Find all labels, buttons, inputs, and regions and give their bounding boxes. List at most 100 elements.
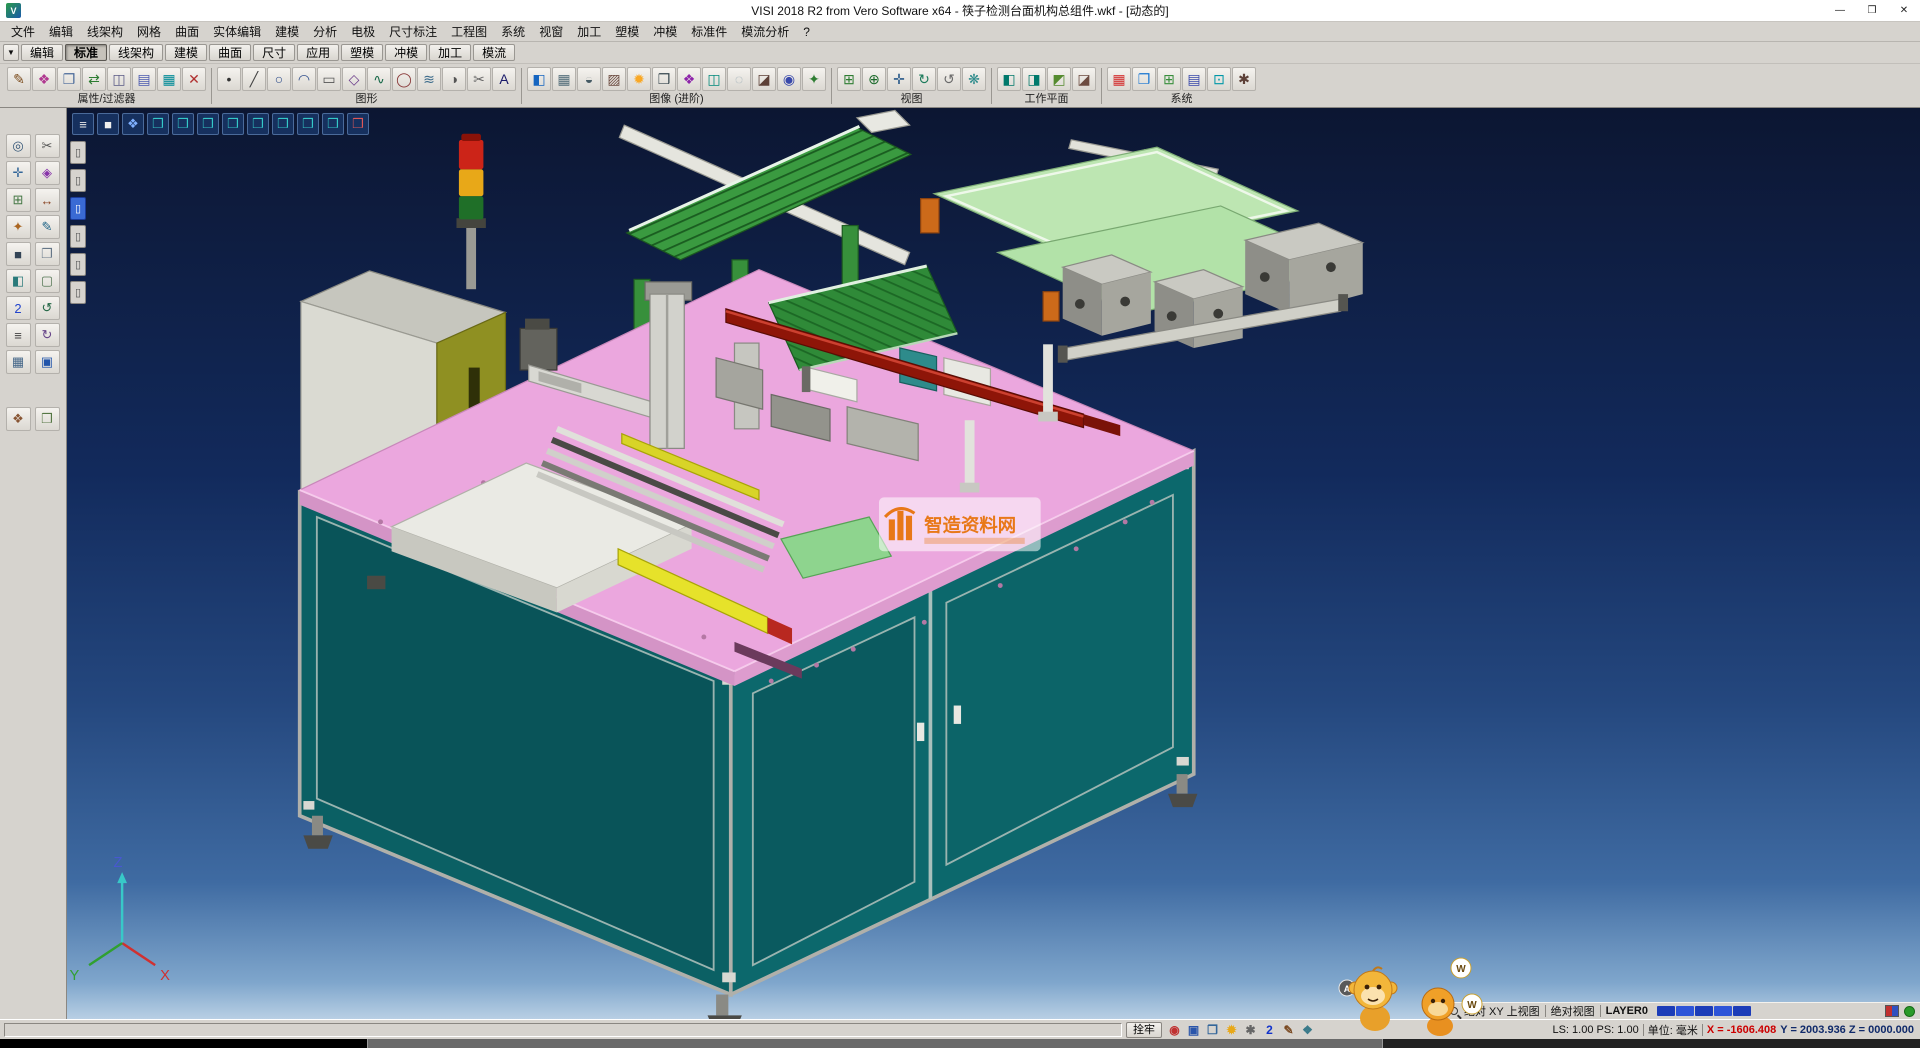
snap-icon[interactable]: ◈ [35,161,60,185]
tab[interactable]: 冲模 [385,44,427,61]
tab[interactable]: 加工 [429,44,471,61]
render-hidden-icon[interactable]: ◒ [577,67,601,91]
menu-item[interactable]: 系统 [494,21,532,42]
clipboard-icon[interactable]: ❒ [35,407,60,431]
menu-item[interactable]: 编辑 [42,21,80,42]
menu-item[interactable]: 建模 [268,21,306,42]
list-icon[interactable]: ≡ [6,323,31,347]
workplane-standard-icon[interactable]: ◧ [997,67,1021,91]
render-light-icon[interactable]: ✹ [627,67,651,91]
tab[interactable]: 塑模 [341,44,383,61]
draw-polygon-icon[interactable]: ◇ [342,67,366,91]
redo-icon[interactable]: ↻ [35,323,60,347]
hand-icon[interactable]: ❖ [6,407,31,431]
draw-ellipse-icon[interactable]: ◯ [392,67,416,91]
draw-circle-icon[interactable]: ○ [267,67,291,91]
scrollbar-thumb[interactable] [367,1039,1383,1048]
cube-icon[interactable]: ◧ [6,269,31,293]
menu-item[interactable]: 冲模 [646,21,684,42]
render-texture-icon[interactable]: ▨ [602,67,626,91]
menu-item[interactable]: 视窗 [532,21,570,42]
rotate-view-icon[interactable]: ↻ [912,67,936,91]
counter-2-icon[interactable]: 2 [6,296,31,320]
system-monitor-icon[interactable]: ❐ [1132,67,1156,91]
close-button[interactable]: ✕ [1888,0,1920,21]
zoom-fit-icon[interactable]: ⊞ [837,67,861,91]
view-cube-front-icon[interactable]: ❒ [197,113,219,135]
draw-text-icon[interactable]: A [492,67,516,91]
view-cube-right-icon[interactable]: ❒ [222,113,244,135]
view-mode-label[interactable]: 绝对视图 [1551,1003,1595,1019]
filter-clear-icon[interactable]: ✕ [182,67,206,91]
tab[interactable]: 建模 [165,44,207,61]
solid-icon[interactable]: ■ [6,242,31,266]
attr-edit-icon[interactable]: ✎ [7,67,31,91]
tab[interactable]: 曲面 [209,44,251,61]
menu-item[interactable]: 加工 [570,21,608,42]
dock-tab-icon-2[interactable]: ▯ [70,169,86,192]
menu-item[interactable]: 标准件 [684,21,734,42]
pan-icon[interactable]: ✛ [6,161,31,185]
dock-tab-icon-3[interactable]: ▯ [70,197,86,220]
menu-item[interactable]: 电极 [344,21,382,42]
maximize-button[interactable]: ❒ [1856,0,1888,21]
box-icon[interactable]: ▢ [35,269,60,293]
draw-offset-icon[interactable]: ≋ [417,67,441,91]
menu-item[interactable]: 模流分析 [734,21,796,42]
render-transparency-icon[interactable]: ◌ [727,67,751,91]
table-icon[interactable]: ▦ [6,350,31,374]
active-layer-label[interactable]: LAYER0 [1606,1005,1648,1017]
view-menu-icon[interactable]: ≡ [72,113,94,135]
tab[interactable]: 应用 [297,44,339,61]
draw-arc-icon[interactable]: ◠ [292,67,316,91]
render-material-icon[interactable]: ❖ [677,67,701,91]
menu-item[interactable]: 文件 [4,21,42,42]
tab[interactable]: 尺寸 [253,44,295,61]
refresh-view-icon[interactable]: ❋ [962,67,986,91]
view-cube-left-icon[interactable]: ❒ [247,113,269,135]
system-colors-icon[interactable]: ▦ [1107,67,1131,91]
view-cube-custom-icon[interactable]: ❒ [347,113,369,135]
filter-layer-icon[interactable]: ▤ [132,67,156,91]
dock-tab-icon-4[interactable]: ▯ [70,225,86,248]
render-shadow-icon[interactable]: ◪ [752,67,776,91]
save-status-icon[interactable]: ▣ [1185,1022,1202,1038]
menu-item[interactable]: 工程图 [444,21,494,42]
rotate-icon[interactable]: ↺ [35,296,60,320]
render-section-icon[interactable]: ◫ [702,67,726,91]
zoom-in-icon[interactable]: ⊕ [862,67,886,91]
attr-paint-icon[interactable]: ❖ [32,67,56,91]
menu-item[interactable]: 实体编辑 [206,21,268,42]
menu-item[interactable]: 曲面 [168,21,206,42]
sketch-icon[interactable]: ✎ [35,215,60,239]
tab[interactable]: 线架构 [109,44,163,61]
toolbar-dropdown-icon[interactable]: ▼ [3,44,19,61]
system-calc-icon[interactable]: ⊡ [1207,67,1231,91]
bulb-icon[interactable]: ✹ [1223,1022,1240,1038]
workplane-3point-icon[interactable]: ◩ [1047,67,1071,91]
render-quality-icon[interactable]: ✦ [802,67,826,91]
lock-button[interactable]: 拴牢 [1126,1022,1162,1038]
draw-trim-icon[interactable]: ✂ [467,67,491,91]
palette-status-icon[interactable]: ❖ [1299,1022,1316,1038]
previous-view-icon[interactable]: ↺ [937,67,961,91]
system-snap-icon[interactable]: ⊞ [1157,67,1181,91]
shaded-mode-icon[interactable]: ■ [97,113,119,135]
viewport-3d[interactable]: 智造资料网 Z X Y ≡■❖❒❒❒❒❒❒❒❒❒ ▯▯▯▯▯▯ [67,108,1920,1019]
minimize-button[interactable]: — [1824,0,1856,21]
settings-status-icon[interactable]: ✱ [1242,1022,1259,1038]
dock-tab-icon-6[interactable]: ▯ [70,281,86,304]
view-cube-iso2-icon[interactable]: ❒ [322,113,344,135]
dynamic-rotate-icon[interactable]: ❖ [122,113,144,135]
draw-rect-icon[interactable]: ▭ [317,67,341,91]
menu-item[interactable]: 尺寸标注 [382,21,444,42]
render-wireframe-icon[interactable]: ▦ [552,67,576,91]
menu-item[interactable]: ? [796,23,817,41]
filter-color-icon[interactable]: ▦ [157,67,181,91]
dock-tab-icon-5[interactable]: ▯ [70,253,86,276]
view-cube-bottom-icon[interactable]: ❒ [297,113,319,135]
system-settings-icon[interactable]: ✱ [1232,67,1256,91]
render-env-icon[interactable]: ◉ [777,67,801,91]
dock-tab-icon-1[interactable]: ▯ [70,141,86,164]
render-shaded-icon[interactable]: ◧ [527,67,551,91]
